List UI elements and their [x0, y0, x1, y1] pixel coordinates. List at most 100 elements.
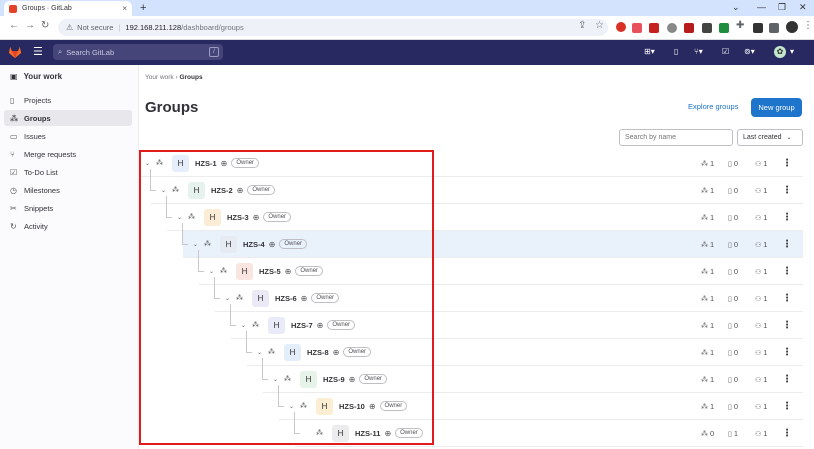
group-stats: ⁂ 1 ▯ 0 ⚇ 1 [701, 231, 782, 258]
share-icon[interactable]: ⇪ [578, 20, 586, 31]
extension-shield-icon[interactable] [684, 23, 694, 33]
group-actions-kebab-icon[interactable]: ⋮ [782, 366, 792, 393]
group-actions-kebab-icon[interactable]: ⋮ [782, 231, 792, 258]
sidebar-item-snippets[interactable]: ✂ Snippets [4, 200, 132, 216]
group-name-link[interactable]: HZS-2 [211, 186, 233, 195]
chevron-down-icon[interactable]: ⌄ [209, 268, 217, 275]
group-avatar[interactable]: H [332, 424, 349, 442]
group-name-link[interactable]: HZS-10 [339, 402, 365, 411]
chevron-down-icon[interactable]: ⌄ [225, 295, 233, 302]
subgroup-icon: ⁂ [701, 295, 708, 303]
group-avatar[interactable]: H [172, 154, 189, 172]
chevron-down-icon[interactable]: ⌄ [257, 349, 265, 356]
project-icon: ▯ [728, 403, 732, 411]
url-field[interactable]: ⚠ Not secure | 192.168.211.128 /dashboar… [58, 19, 608, 36]
sidepanel-icon[interactable] [769, 23, 779, 33]
sidebar-item-issues[interactable]: ▭ Issues [4, 128, 132, 144]
extension-red-icon[interactable] [649, 23, 659, 33]
user-menu-chevron-icon[interactable]: ▾ [790, 47, 794, 56]
close-tab-icon[interactable]: × [122, 4, 127, 13]
chevron-down-icon[interactable]: ⌄ [177, 214, 185, 221]
hamburger-menu-icon[interactable]: ☰ [33, 45, 43, 58]
chevron-down-icon[interactable]: ⌄ [161, 187, 169, 194]
extension-adblock-icon[interactable] [616, 22, 626, 32]
user-avatar[interactable]: ✿ [774, 46, 786, 58]
sidebar-item-milestones[interactable]: ◷ Milestones [4, 182, 132, 198]
group-name-link[interactable]: HZS-1 [195, 159, 217, 168]
browser-tab[interactable]: Groups · GitLab × [4, 1, 132, 16]
chevron-down-icon[interactable]: ⌄ [145, 160, 153, 167]
maximize-button[interactable]: ❐ [778, 2, 786, 13]
issues-topbar-icon[interactable]: ▯ [674, 47, 678, 56]
extension-pocket-icon[interactable] [632, 23, 642, 33]
explore-groups-button[interactable]: Explore groups [688, 102, 738, 111]
group-name-link[interactable]: HZS-3 [227, 213, 249, 222]
tree-connector-line [246, 331, 252, 353]
group-avatar[interactable]: H [316, 397, 333, 415]
member-count: ⚇ 1 [755, 375, 782, 384]
sidebar-item-projects[interactable]: ▯ Projects [4, 92, 132, 108]
group-name-link[interactable]: HZS-6 [275, 294, 297, 303]
chevron-down-icon[interactable]: ⌄ [193, 241, 201, 248]
chevron-down-icon[interactable]: ⌄ [241, 322, 249, 329]
chevron-down-icon[interactable]: ⌄ [273, 376, 281, 383]
group-stats: ⁂ 1 ▯ 0 ⚇ 1 [701, 258, 782, 285]
subgroup-count: ⁂ 1 [701, 321, 728, 330]
new-tab-button[interactable]: + [140, 2, 146, 14]
group-name-link[interactable]: HZS-7 [291, 321, 313, 330]
sidebar-item-todo[interactable]: ☑ To-Do List [4, 164, 132, 180]
extension-gray-icon[interactable] [667, 23, 677, 33]
group-actions-kebab-icon[interactable]: ⋮ [782, 204, 792, 231]
group-avatar[interactable]: H [268, 316, 285, 334]
group-actions-kebab-icon[interactable]: ⋮ [782, 420, 792, 447]
chevron-down-icon[interactable]: ⌄ [289, 403, 297, 410]
group-name-link[interactable]: HZS-8 [307, 348, 329, 357]
browser-menu-icon[interactable]: ⋮ [803, 20, 813, 31]
sidebar-item-merge-requests[interactable]: ⑂ Merge requests [4, 146, 132, 162]
group-avatar[interactable]: H [204, 208, 221, 226]
sort-dropdown[interactable]: Last created ⌄ [737, 129, 803, 146]
group-avatar[interactable]: H [220, 235, 237, 253]
group-name-link[interactable]: HZS-9 [323, 375, 345, 384]
bookmark-star-icon[interactable]: ☆ [595, 20, 604, 31]
group-name-link[interactable]: HZS-4 [243, 240, 265, 249]
create-new-icon[interactable]: ⊞▾ [644, 47, 655, 56]
close-window-button[interactable]: ✕ [799, 2, 807, 13]
sidebar-item-groups[interactable]: ⁂ Groups [4, 110, 132, 126]
group-avatar[interactable]: H [284, 343, 301, 361]
forward-arrow-icon[interactable]: → [25, 20, 35, 31]
group-name-link[interactable]: HZS-5 [259, 267, 281, 276]
group-avatar[interactable]: H [236, 262, 253, 280]
group-actions-kebab-icon[interactable]: ⋮ [782, 393, 792, 420]
sidebar-item-activity[interactable]: ↻ Activity [4, 218, 132, 234]
group-avatar[interactable]: H [252, 289, 269, 307]
group-actions-kebab-icon[interactable]: ⋮ [782, 177, 792, 204]
group-actions-kebab-icon[interactable]: ⋮ [782, 258, 792, 285]
back-arrow-icon[interactable]: ← [9, 20, 19, 31]
extension-black-icon[interactable] [753, 23, 763, 33]
merge-requests-topbar-icon[interactable]: ⑂▾ [694, 47, 703, 56]
new-group-button[interactable]: New group [751, 98, 802, 117]
group-name-link[interactable]: HZS-11 [355, 429, 380, 438]
extension-green-icon[interactable] [719, 23, 729, 33]
tab-search-icon[interactable]: ⌄ [732, 2, 740, 13]
minimize-button[interactable]: — [757, 2, 766, 12]
breadcrumb-current[interactable]: Groups [179, 74, 202, 81]
group-avatar[interactable]: H [188, 181, 205, 199]
group-actions-kebab-icon[interactable]: ⋮ [782, 312, 792, 339]
group-actions-kebab-icon[interactable]: ⋮ [782, 150, 792, 177]
search-by-name-input[interactable] [619, 129, 733, 146]
todo-topbar-icon[interactable]: ☑ [722, 47, 729, 56]
reload-icon[interactable]: ↻ [41, 20, 49, 31]
extensions-puzzle-icon[interactable]: ✚ [736, 20, 744, 31]
help-icon[interactable]: ⊚▾ [744, 47, 755, 56]
gitlab-logo-icon[interactable] [8, 45, 22, 59]
group-actions-kebab-icon[interactable]: ⋮ [782, 285, 792, 312]
member-count: ⚇ 1 [755, 402, 782, 411]
profile-avatar[interactable] [786, 21, 798, 33]
extension-dark-icon[interactable] [702, 23, 712, 33]
breadcrumb-root[interactable]: Your work [145, 74, 174, 81]
group-actions-kebab-icon[interactable]: ⋮ [782, 339, 792, 366]
group-avatar[interactable]: H [300, 370, 317, 388]
gitlab-search-input[interactable]: ⌕ Search GitLab / [53, 44, 223, 60]
